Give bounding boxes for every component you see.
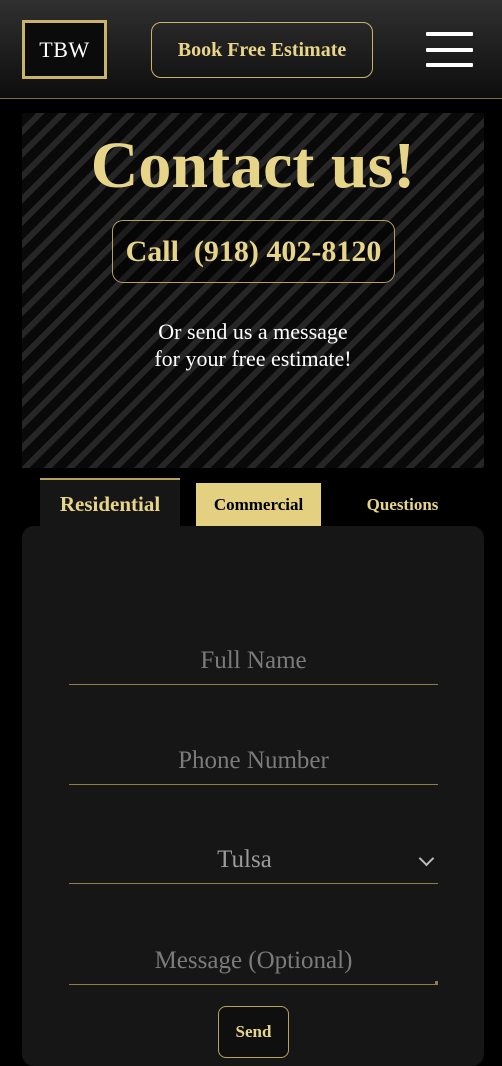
- hamburger-menu-icon[interactable]: [426, 32, 474, 68]
- site-header: TBW Book Free Estimate: [0, 0, 502, 99]
- tab-commercial[interactable]: Commercial: [196, 483, 321, 527]
- logo[interactable]: TBW: [22, 20, 107, 79]
- resize-handle-icon[interactable]: [435, 981, 438, 984]
- city-select[interactable]: Tulsa: [69, 836, 438, 884]
- phone-number-field[interactable]: Phone Number: [69, 737, 438, 785]
- hero-subtitle: Or send us a message for your free estim…: [22, 318, 484, 372]
- city-select-value: Tulsa: [217, 845, 272, 873]
- message-textarea[interactable]: Message (Optional): [69, 937, 438, 985]
- page-title: Contact us!: [90, 129, 416, 202]
- call-phone-button[interactable]: Call (918) 402-8120: [112, 220, 395, 283]
- contact-hero: Contact us! Call (918) 402-8120 Or send …: [22, 113, 484, 468]
- hero-subtitle-line1: Or send us a message: [158, 319, 348, 344]
- estimate-form: Full Name Phone Number Tulsa Message (Op…: [22, 526, 484, 1066]
- full-name-field[interactable]: Full Name: [69, 637, 438, 685]
- menu-bar: [426, 48, 473, 52]
- hero-subtitle-line2: for your free estimate!: [154, 346, 352, 371]
- menu-bar: [426, 32, 473, 36]
- menu-bar: [426, 63, 473, 67]
- tab-questions[interactable]: Questions: [340, 483, 465, 527]
- chevron-down-icon: [418, 850, 435, 867]
- tab-residential[interactable]: Residential: [40, 478, 180, 528]
- book-free-estimate-button[interactable]: Book Free Estimate: [151, 22, 373, 78]
- message-placeholder: Message (Optional): [154, 946, 353, 974]
- send-button[interactable]: Send: [218, 1006, 289, 1058]
